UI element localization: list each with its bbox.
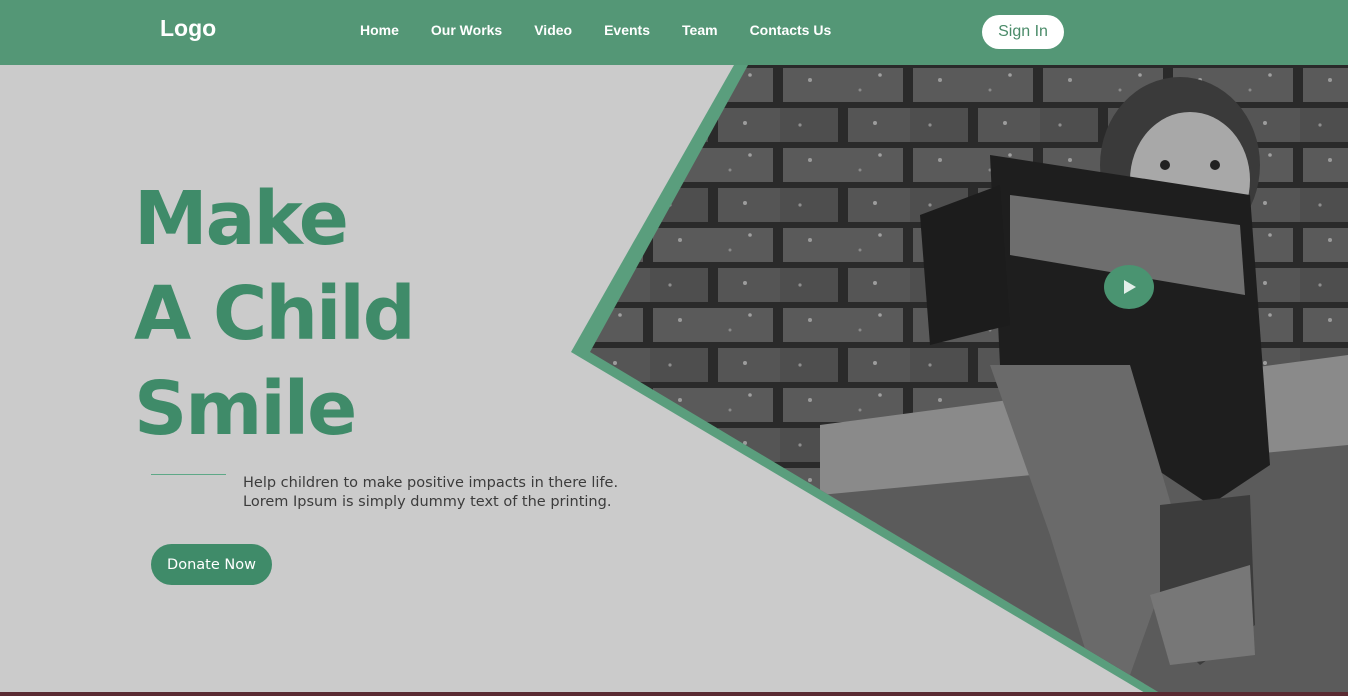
- nav-menu: Home Our Works Video Events Team Contact…: [360, 22, 863, 38]
- nav-item-team[interactable]: Team: [682, 22, 718, 38]
- bottom-strip: [0, 692, 1348, 696]
- top-navbar: Logo Home Our Works Video Events Team Co…: [0, 0, 1348, 65]
- description-line-1: Help children to make positive impacts i…: [243, 475, 619, 491]
- play-icon: [1124, 280, 1136, 294]
- logo[interactable]: Logo: [160, 15, 216, 42]
- nav-item-video[interactable]: Video: [534, 22, 572, 38]
- headline-line-2: A Child: [134, 271, 416, 357]
- hero-headline: Make A Child Smile: [134, 172, 416, 457]
- divider-line: [151, 474, 226, 475]
- headline-line-1: Make: [134, 176, 349, 262]
- donate-now-button[interactable]: Donate Now: [151, 544, 272, 585]
- hero-description: Help children to make positive impacts i…: [243, 474, 618, 512]
- nav-item-contacts[interactable]: Contacts Us: [750, 22, 832, 38]
- nav-item-our-works[interactable]: Our Works: [431, 22, 502, 38]
- video-play-button[interactable]: [1104, 265, 1154, 309]
- nav-item-home[interactable]: Home: [360, 22, 399, 38]
- description-line-2: Lorem Ipsum is simply dummy text of the …: [243, 494, 612, 510]
- sign-in-button[interactable]: Sign In: [982, 15, 1064, 49]
- headline-line-3: Smile: [134, 366, 357, 452]
- nav-item-events[interactable]: Events: [604, 22, 650, 38]
